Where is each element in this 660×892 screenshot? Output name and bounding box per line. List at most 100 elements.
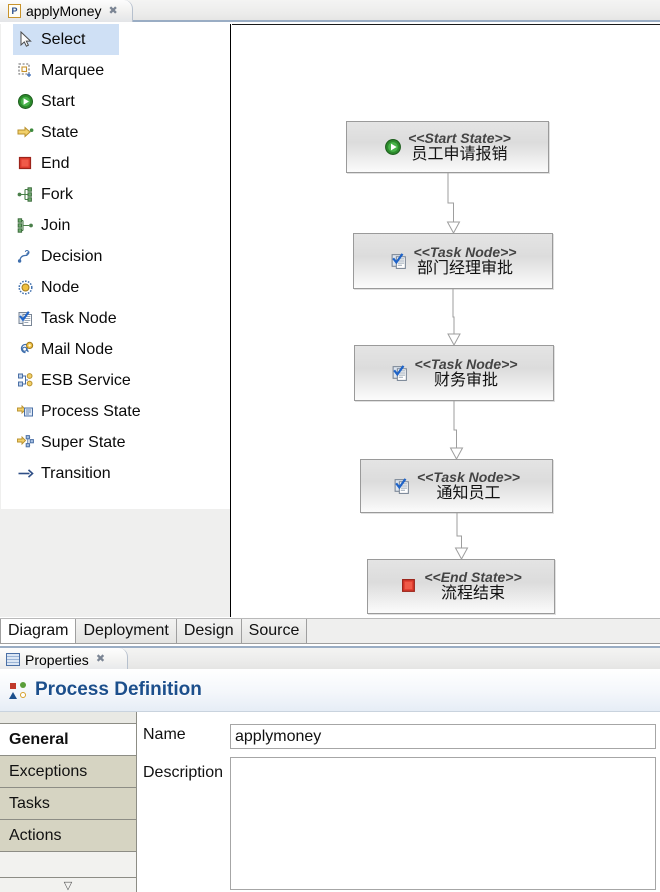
properties-tabbar: Properties ✖ bbox=[0, 646, 660, 671]
transition-edge-2[interactable] bbox=[446, 401, 465, 459]
description-label: Description bbox=[143, 764, 224, 781]
transition-edge-0[interactable] bbox=[440, 173, 462, 233]
process-file-icon-letter: P bbox=[11, 5, 18, 16]
node-stereotype: <<Task Node>> bbox=[417, 468, 520, 485]
end-state-icon bbox=[400, 577, 418, 595]
process-state-icon bbox=[17, 403, 34, 420]
state-icon bbox=[17, 124, 34, 141]
palette-item-decision[interactable]: ? Decision bbox=[1, 241, 230, 272]
diagram-node-3[interactable]: <<Task Node>> 通知员工 bbox=[360, 459, 553, 513]
marquee-icon bbox=[17, 62, 34, 79]
palette-item-label: End bbox=[41, 154, 70, 172]
palette-item-join[interactable]: Join bbox=[1, 210, 230, 241]
node-name: 流程结束 bbox=[440, 585, 505, 603]
editor-tabbar: P applyMoney ✖ bbox=[0, 0, 660, 22]
properties-tag-exceptions[interactable]: Exceptions bbox=[0, 756, 136, 788]
transition-edge-1[interactable] bbox=[445, 289, 462, 345]
properties-view-icon bbox=[6, 653, 20, 666]
palette-item-marquee[interactable]: Marquee bbox=[1, 55, 230, 86]
palette-item-select[interactable]: Select bbox=[13, 24, 119, 55]
editor-page-tab-diagram[interactable]: Diagram bbox=[0, 619, 77, 644]
properties-tag-tasks[interactable]: Tasks bbox=[0, 788, 136, 820]
node-stereotype: <<End State>> bbox=[424, 569, 522, 586]
palette-item-label: Fork bbox=[41, 185, 73, 203]
palette-item-node[interactable]: Node bbox=[1, 272, 230, 303]
diagram-node-2[interactable]: <<Task Node>> 财务审批 bbox=[354, 345, 554, 401]
properties-tag-general[interactable]: General bbox=[0, 724, 136, 756]
diagram-node-1[interactable]: <<Task Node>> 部门经理审批 bbox=[353, 233, 553, 289]
palette-item-label: Task Node bbox=[41, 309, 117, 327]
palette-item-label: Mail Node bbox=[41, 340, 114, 358]
eclipse-jbpm-process-editor: P applyMoney ✖ Select Marquee Start State En… bbox=[0, 0, 660, 892]
scroll-down-icon[interactable]: ▽ bbox=[0, 878, 136, 892]
palette-panel: Select Marquee Start State End Fork Join? Decis… bbox=[0, 24, 231, 617]
name-input[interactable] bbox=[230, 724, 656, 749]
palette-item-label: Node bbox=[41, 278, 80, 296]
transition-arrow-icon bbox=[17, 465, 34, 482]
properties-tag-label: Exceptions bbox=[9, 762, 88, 780]
node-name: 通知员工 bbox=[436, 484, 501, 502]
task-node-icon bbox=[17, 310, 34, 327]
palette-item-end[interactable]: End bbox=[1, 148, 230, 179]
diagram-node-4[interactable]: <<End State>> 流程结束 bbox=[367, 559, 555, 614]
editor-page-tab-source[interactable]: Source bbox=[241, 619, 308, 644]
start-state-icon bbox=[17, 93, 34, 110]
close-icon[interactable]: ✖ bbox=[107, 5, 118, 17]
palette-item-label: State bbox=[41, 123, 79, 141]
tag-list-top-spacer bbox=[0, 712, 136, 724]
super-state-icon bbox=[17, 434, 34, 451]
editor-page-tab-label: Deployment bbox=[83, 622, 169, 639]
decision-icon: ? bbox=[17, 248, 34, 265]
tag-list-bottom-spacer bbox=[0, 852, 136, 878]
description-input[interactable] bbox=[230, 757, 656, 890]
end-state-icon bbox=[17, 155, 34, 172]
page-title: Process Definition bbox=[35, 679, 202, 700]
mail-node-icon bbox=[17, 341, 34, 358]
palette-item-fork[interactable]: Fork bbox=[1, 179, 230, 210]
editor-page-tab-design[interactable]: Design bbox=[176, 619, 242, 644]
palette-item-start[interactable]: Start bbox=[1, 86, 230, 117]
diagram-node-0[interactable]: <<Start State>> 员工申请报销 bbox=[346, 121, 549, 173]
palette-item-super-state[interactable]: Super State bbox=[1, 427, 230, 458]
editor-tab-label: applyMoney bbox=[26, 3, 102, 19]
fork-icon bbox=[17, 186, 34, 203]
editor-page-tab-label: Diagram bbox=[8, 622, 69, 639]
palette-item-process-state[interactable]: Process State bbox=[1, 396, 230, 427]
name-field-row: Name bbox=[143, 726, 230, 744]
transition-edge-3[interactable] bbox=[449, 513, 470, 559]
properties-body: General Exceptions Tasks Actions ▽ Name Des… bbox=[0, 712, 660, 892]
node-stereotype: <<Start State>> bbox=[408, 129, 511, 146]
properties-tag-actions[interactable]: Actions bbox=[0, 820, 136, 852]
diagram-canvas[interactable]: <<Start State>> 员工申请报销 <<Task Node>> 部门经理审批… bbox=[232, 24, 660, 617]
editor-tab-applymoney[interactable]: P applyMoney ✖ bbox=[0, 0, 133, 22]
properties-tab[interactable]: Properties ✖ bbox=[0, 648, 128, 671]
task-node-icon bbox=[390, 252, 408, 270]
editor-page-tab-deployment[interactable]: Deployment bbox=[76, 619, 177, 644]
node-icon bbox=[17, 279, 34, 296]
palette-item-task-node[interactable]: Task Node bbox=[1, 303, 230, 334]
properties-tag-label: Actions bbox=[9, 826, 62, 844]
node-name: 部门经理审批 bbox=[416, 259, 513, 277]
esb-service-icon bbox=[17, 372, 34, 389]
task-node-icon bbox=[393, 477, 411, 495]
palette-item-mail-node[interactable]: Mail Node bbox=[1, 334, 230, 365]
properties-tag-label: Tasks bbox=[9, 794, 50, 812]
palette-item-label: Process State bbox=[41, 402, 141, 420]
process-file-icon: P bbox=[8, 4, 21, 18]
scroll-down-glyph: ▽ bbox=[63, 879, 73, 892]
palette-item-label: Transition bbox=[41, 464, 111, 482]
palette-item-label: Select bbox=[41, 30, 86, 48]
palette-item-label: Start bbox=[41, 92, 75, 110]
palette-item-transition[interactable]: Transition bbox=[1, 458, 230, 489]
palette-item-esb-service[interactable]: ESB Service bbox=[1, 365, 230, 396]
svg-text:?: ? bbox=[25, 249, 30, 258]
name-label: Name bbox=[143, 726, 186, 743]
cursor-arrow-icon bbox=[17, 30, 34, 48]
close-icon[interactable]: ✖ bbox=[94, 654, 105, 665]
palette-item-label: ESB Service bbox=[41, 371, 131, 389]
palette-item-label: Marquee bbox=[41, 61, 105, 79]
properties-tab-label: Properties bbox=[25, 651, 89, 668]
node-stereotype: <<Task Node>> bbox=[414, 355, 518, 372]
palette-item-state[interactable]: State bbox=[1, 117, 230, 148]
join-icon bbox=[17, 217, 34, 234]
